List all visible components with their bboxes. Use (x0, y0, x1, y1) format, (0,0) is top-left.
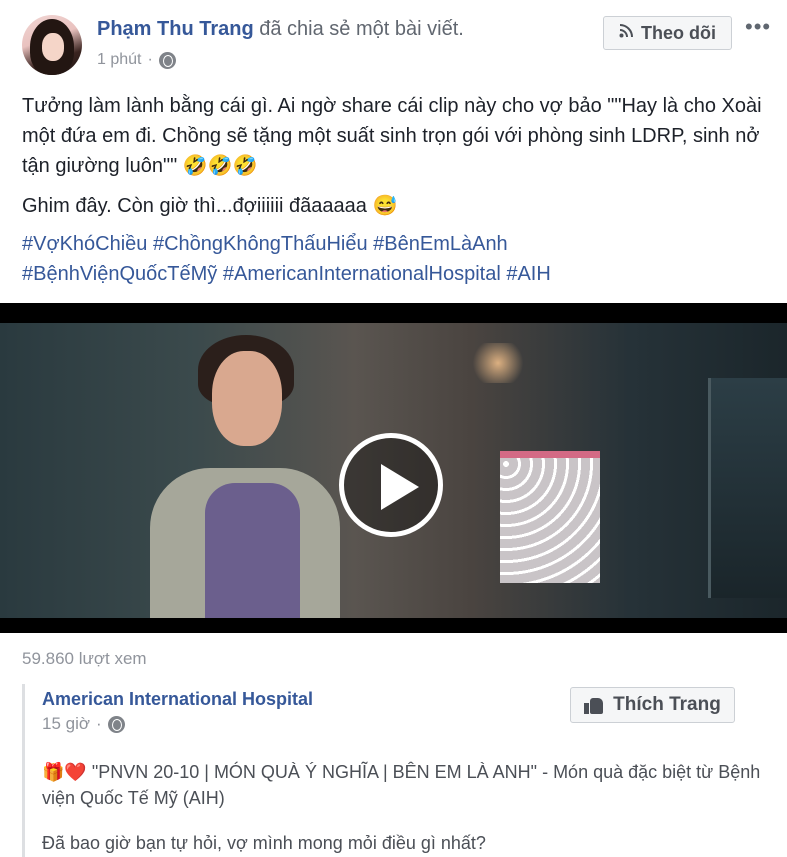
view-count: 59.860 lượt xem (22, 649, 147, 668)
post-meta: 1 phút · (97, 51, 176, 69)
post-header: Phạm Thu Trang đã chia sẻ một bài viết. (97, 18, 464, 41)
post-text: Tưởng làm lành bằng cái gì. Ai ngờ share… (22, 91, 767, 181)
post-text-paragraph-2: Ghim đây. Còn giờ thì...đợiiiiii đãaaaaa… (22, 195, 398, 217)
hashtags-line-2[interactable]: #BệnhViệnQuốcTếMỹ #AmericanInternational… (22, 259, 767, 289)
gift-box-image (500, 458, 600, 583)
shared-post-text-2: Đã bao giờ bạn tự hỏi, vợ mình mong mỏi … (42, 833, 486, 853)
share-action-text: đã chia sẻ một bài viết. (259, 18, 464, 40)
page-name[interactable]: American International Hospital (42, 689, 313, 710)
play-icon[interactable] (339, 433, 443, 537)
shared-post-text: 🎁❤️ "PNVN 20-10 | MÓN QUÀ Ý NGHĨA | BÊN … (42, 762, 761, 808)
thumbs-up-icon (584, 697, 604, 714)
hashtags: #VợKhóChiều #ChồngKhôngThấuHiểu #BênEmLà… (22, 229, 767, 289)
follow-button[interactable]: Theo dõi (603, 16, 732, 50)
globe-icon[interactable] (158, 51, 176, 69)
globe-icon[interactable] (107, 715, 125, 733)
more-options-icon[interactable]: ••• (745, 14, 771, 40)
author-avatar[interactable] (22, 15, 82, 75)
rss-icon (619, 24, 633, 42)
author-name[interactable]: Phạm Thu Trang (97, 18, 254, 40)
like-page-label: Thích Trang (613, 694, 721, 715)
post-text-paragraph-1: Tưởng làm lành bằng cái gì. Ai ngờ share… (22, 95, 762, 177)
post-timestamp[interactable]: 1 phút (97, 51, 141, 69)
shared-original-post: American International Hospital 15 giờ ·… (22, 684, 770, 857)
page-post-meta: 15 giờ · (42, 714, 125, 734)
page-post-timestamp[interactable]: 15 giờ (42, 714, 90, 734)
hashtags-line-1[interactable]: #VợKhóChiều #ChồngKhôngThấuHiểu #BênEmLà… (22, 229, 767, 259)
video-thumbnail (0, 323, 787, 618)
video-player[interactable] (0, 303, 787, 633)
follow-label: Theo dõi (641, 22, 716, 43)
shared-post: Phạm Thu Trang đã chia sẻ một bài viết. … (0, 0, 787, 857)
like-page-button[interactable]: Thích Trang (570, 687, 735, 723)
